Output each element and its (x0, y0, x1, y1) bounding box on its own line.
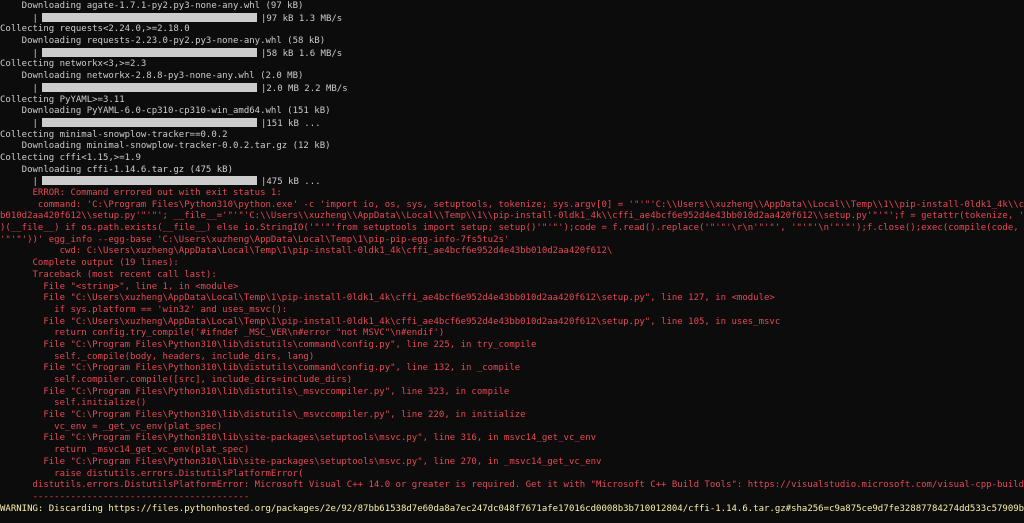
terminal-line: Downloading PyYAML-6.0-cp310-cp310-win_a… (0, 106, 1024, 118)
error-line: if sys.platform == 'win32' and uses_msvc… (0, 305, 1024, 317)
collecting-line: Collecting PyYAML>=3.11 (0, 94, 125, 105)
progress-stats: 475 kB ... (266, 177, 321, 188)
error-line: self._compile(body, headers, include_dir… (0, 352, 1024, 364)
error-command: command: 'C:\Program Files\Python310\pyt… (37, 199, 1024, 210)
terminal-line: | |97 kB 1.3 MB/s (0, 12, 343, 24)
progress-stats: 97 kB 1.3 MB/s (266, 13, 343, 24)
traceback-frame: File "C:\Program Files\Python310\lib\dis… (0, 363, 521, 374)
error-line: )(__file__) if os.path.exists(__file__) … (0, 223, 1024, 235)
terminal-line: | |151 kB ... (0, 117, 321, 129)
traceback-code: vc_env = _get_vc_env(plat_spec) (0, 421, 223, 432)
terminal-line: Downloading agate-1.7.1-py2.py3-none-any… (0, 1, 1024, 13)
traceback-frame: File "<string>", line 1, in <module> (0, 281, 239, 292)
terminal-line: Collecting networkx<3,>=2.3 (0, 59, 1024, 71)
error-line: self.compiler.compile([src], include_dir… (0, 375, 1024, 387)
traceback-frame: File "C:\Program Files\Python310\lib\sit… (0, 433, 597, 444)
error-command: )(__file__) if os.path.exists(__file__) … (0, 223, 1024, 234)
terminal-line: | |475 kB ... (0, 176, 321, 188)
error-separator: ---------------------------------------- (0, 491, 250, 502)
error-line: self.initialize() (0, 398, 1024, 410)
warning-line: WARNING: Discarding https://files.python… (0, 504, 1024, 516)
traceback-code: self.compiler.compile([src], include_dir… (0, 375, 353, 385)
download-line: Downloading agate-1.7.1-py2.py3-none-any… (0, 1, 304, 11)
traceback-code: return config.try_compile('#ifndef _MSC_… (0, 328, 445, 339)
progress-stats: 2.0 MB 2.2 MB/s (266, 83, 348, 94)
terminal-line: Collecting minimal-snowplow-tracker==0.0… (0, 130, 1024, 142)
terminal-line: | |58 kB 1.6 MB/s (0, 47, 343, 59)
traceback-code: return _msvc14_get_vc_env(plat_spec) (0, 445, 250, 456)
terminal-output[interactable]: Downloading agate-1.7.1-py2.py3-none-any… (0, 0, 1024, 523)
error-line: cwd: C:\Users\xuzheng\AppData\Local\Temp… (0, 246, 1024, 258)
error-line: ---------------------------------------- (0, 492, 1024, 504)
error-line: '"'"'))' egg_info --egg-base 'C:\Users\x… (0, 235, 1024, 247)
error-line: File "C:\Program Files\Python310\lib\dis… (0, 340, 1024, 352)
terminal-line: Downloading cffi-1.14.6.tar.gz (475 kB) (0, 165, 1024, 177)
error-line: File "C:\Program Files\Python310\lib\sit… (0, 457, 1024, 469)
collecting-line: Collecting cffi<1.15,>=1.9 (0, 152, 141, 163)
traceback-frame: File "C:\Users\xuzheng\AppData\Local\Tem… (0, 316, 781, 327)
error-line: File "C:\Program Files\Python310\lib\dis… (0, 363, 1024, 375)
progress-bar (41, 12, 257, 22)
error-line: vc_env = _get_vc_env(plat_spec) (0, 422, 1024, 434)
error-command: '"'"'))' egg_info --egg-base 'C:\Users\x… (0, 234, 510, 245)
terminal-line: Collecting cffi<1.15,>=1.9 (0, 153, 1024, 165)
download-line: Downloading minimal-snowplow-tracker-0.0… (0, 141, 331, 152)
error-line: File "<string>", line 1, in <module> (0, 282, 1024, 294)
download-line: Downloading networkx-2.8.8-py3-none-any.… (0, 71, 304, 82)
error-line: Complete output (19 lines): (0, 258, 1024, 270)
error-line: File "C:\Program Files\Python310\lib\dis… (0, 387, 1024, 399)
traceback-code: self.initialize() (0, 398, 147, 409)
terminal-line: Downloading requests-2.23.0-py2.py3-none… (0, 36, 1024, 48)
error-line: ERROR: Command errored out with exit sta… (0, 188, 1024, 200)
terminal-line: Downloading minimal-snowplow-tracker-0.0… (0, 141, 1024, 153)
error-line: return config.try_compile('#ifndef _MSC_… (0, 328, 1024, 340)
error-line: File "C:\Users\xuzheng\AppData\Local\Tem… (0, 293, 1024, 305)
error-cwd: cwd: C:\Users\xuzheng\AppData\Local\Temp… (0, 246, 613, 257)
error-line: File "C:\Program Files\Python310\lib\sit… (0, 433, 1024, 445)
error-command: b010d2aa420f612\\setup.py'"'"'; __file__… (0, 211, 1024, 222)
terminal-line: | |2.0 MB 2.2 MB/s (0, 82, 348, 94)
progress-bar (41, 117, 257, 127)
terminal-line: Collecting requests<2.24.0,>=2.18.0 (0, 24, 1024, 36)
progress-stats: 151 kB ... (266, 118, 321, 129)
terminal-line: Downloading networkx-2.8.8-py3-none-any.… (0, 71, 1024, 83)
error-header: ERROR: Command errored out with exit sta… (0, 188, 282, 198)
traceback-frame: File "C:\Program Files\Python310\lib\dis… (0, 410, 526, 421)
terminal-line: Collecting PyYAML>=3.11 (0, 95, 1024, 107)
traceback-frame: File "C:\Program Files\Python310\lib\dis… (0, 339, 537, 350)
collecting-line: Collecting minimal-snowplow-tracker==0.0… (0, 129, 228, 140)
error-line: File "C:\Users\xuzheng\AppData\Local\Tem… (0, 317, 1024, 329)
traceback-code: if sys.platform == 'win32' and uses_msvc… (0, 304, 288, 315)
progress-bar (41, 82, 257, 92)
error-line: return _msvc14_get_vc_env(plat_spec) (0, 445, 1024, 457)
traceback-code: raise distutils.errors.DistutilsPlatform… (0, 468, 304, 479)
collecting-line: Collecting networkx<3,>=2.3 (0, 59, 147, 70)
download-line: Downloading requests-2.23.0-py2.py3-none… (0, 36, 326, 47)
error-line: b010d2aa420f612\\setup.py'"'"'; __file__… (0, 211, 1024, 223)
traceback-frame: File "C:\Program Files\Python310\lib\sit… (0, 456, 602, 467)
progress-stats: 58 kB 1.6 MB/s (266, 48, 343, 59)
error-line: File "C:\Program Files\Python310\lib\dis… (0, 410, 1024, 422)
error-output-header: Complete output (19 lines): (0, 258, 179, 269)
warning-discarding: WARNING: Discarding https://files.python… (0, 503, 1024, 514)
error-message: distutils.errors.DistutilsPlatformError:… (0, 480, 1024, 491)
error-line: raise distutils.errors.DistutilsPlatform… (0, 469, 1024, 481)
progress-bar (41, 176, 257, 186)
traceback-frame: File "C:\Program Files\Python310\lib\dis… (0, 386, 510, 397)
traceback-header: Traceback (most recent call last): (0, 269, 217, 280)
collecting-line: Collecting requests<2.24.0,>=2.18.0 (0, 24, 190, 35)
download-line: Downloading cffi-1.14.6.tar.gz (475 kB) (0, 164, 233, 175)
error-line: distutils.errors.DistutilsPlatformError:… (0, 480, 1024, 492)
traceback-code: self._compile(body, headers, include_dir… (0, 351, 315, 362)
error-line: command: 'C:\Program Files\Python310\pyt… (0, 200, 1024, 212)
error-line: Traceback (most recent call last): (0, 270, 1024, 282)
traceback-frame: File "C:\Users\xuzheng\AppData\Local\Tem… (0, 293, 775, 304)
download-line: Downloading PyYAML-6.0-cp310-cp310-win_a… (0, 106, 331, 117)
progress-bar (41, 47, 257, 57)
